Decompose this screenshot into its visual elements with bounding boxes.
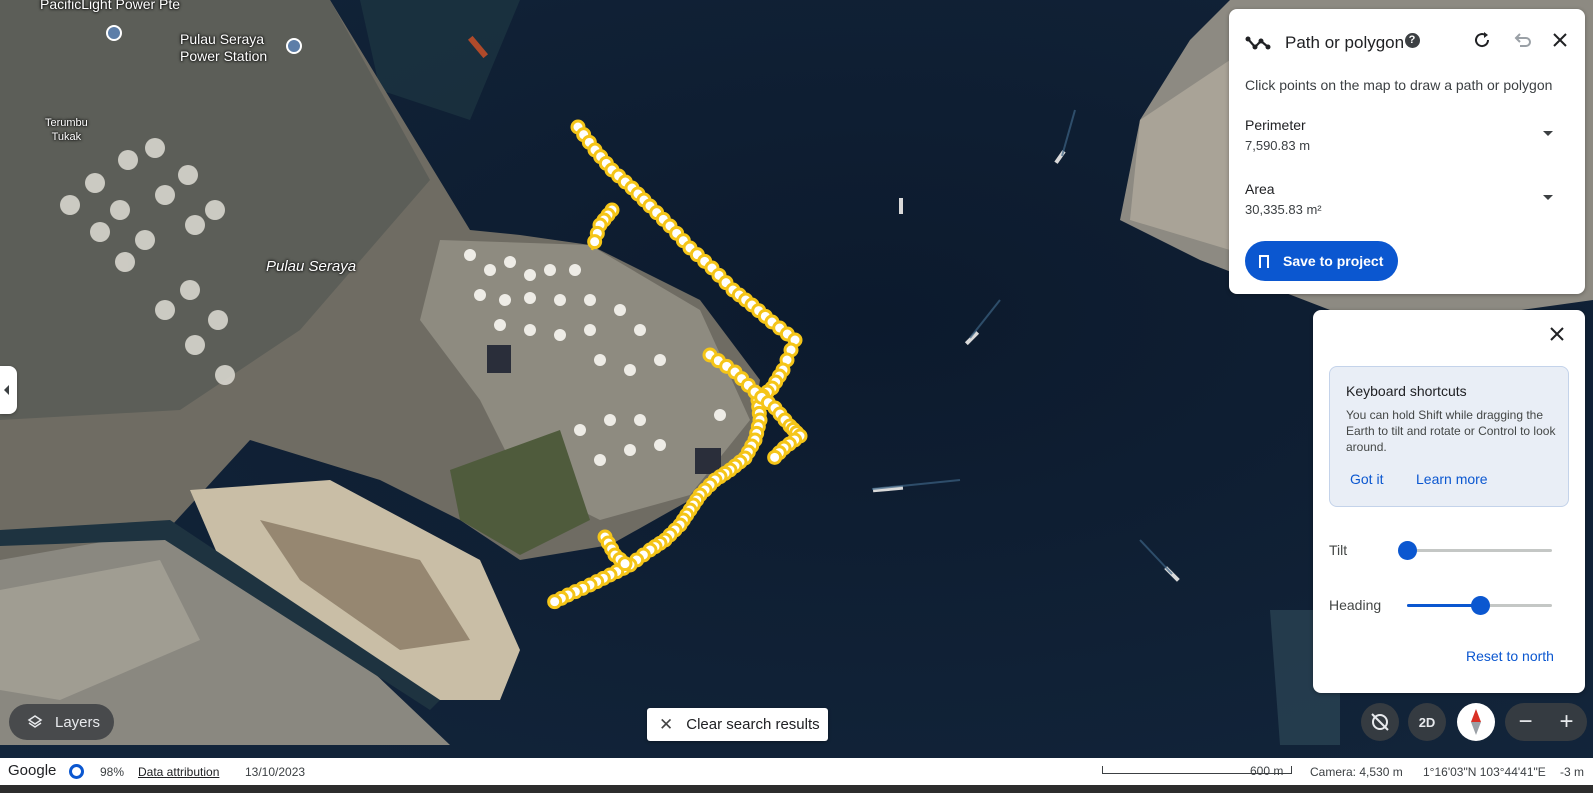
heading-fill bbox=[1407, 604, 1480, 607]
save-to-project-button[interactable]: Save to project bbox=[1245, 241, 1398, 281]
compass-icon bbox=[1471, 709, 1481, 735]
measure-instruction: Click points on the map to draw a path o… bbox=[1245, 77, 1553, 93]
area-row[interactable]: Area 30,335.83 m² bbox=[1245, 181, 1565, 217]
toggle-2d-label: 2D bbox=[1418, 714, 1436, 730]
scale-label: 600 m bbox=[1250, 764, 1284, 778]
zoom-in-button[interactable]: + bbox=[1546, 703, 1587, 741]
zoom-controls: − + bbox=[1505, 703, 1587, 741]
tip-text: You can hold Shift while dragging the Ea… bbox=[1346, 408, 1556, 454]
clear-search-results-label: Clear search results bbox=[686, 716, 820, 733]
zoom-out-button[interactable]: − bbox=[1505, 703, 1546, 741]
undo-button[interactable] bbox=[1510, 28, 1534, 52]
measure-panel-header: Path or polygon bbox=[1245, 33, 1404, 53]
camera-altitude: Camera: 4,530 m bbox=[1310, 765, 1403, 779]
save-to-project-label: Save to project bbox=[1283, 253, 1384, 269]
loading-progress: 98% bbox=[100, 765, 125, 779]
toggle-2d-button[interactable]: 2D bbox=[1408, 703, 1446, 741]
power-station-pin-icon-2[interactable] bbox=[286, 38, 302, 54]
reset-to-north-button[interactable]: Reset to north bbox=[1466, 648, 1554, 664]
close-icon bbox=[1550, 327, 1564, 341]
google-logo: Google bbox=[8, 762, 57, 779]
path-icon bbox=[1245, 36, 1271, 50]
tip-title: Keyboard shortcuts bbox=[1346, 383, 1467, 399]
status-bar: Google 98% Data attribution 13/10/2023 6… bbox=[0, 758, 1593, 785]
help-icon: ? bbox=[1404, 32, 1420, 48]
map-label-island: Pulau Seraya bbox=[266, 258, 357, 275]
chevron-down-icon bbox=[1543, 195, 1553, 200]
map-label-terumbu: Terumbu Tukak bbox=[45, 117, 88, 143]
heading-label: Heading bbox=[1329, 597, 1382, 613]
view-panel: Keyboard shortcuts You can hold Shift wh… bbox=[1313, 310, 1585, 693]
area-label: Area bbox=[1245, 181, 1275, 197]
layers-label: Layers bbox=[55, 713, 101, 731]
elevation: -3 m bbox=[1560, 765, 1584, 779]
refresh-button[interactable] bbox=[1470, 28, 1494, 52]
orbit-button[interactable] bbox=[1361, 703, 1399, 741]
tilt-label: Tilt bbox=[1329, 542, 1348, 558]
close-icon: ✕ bbox=[659, 714, 674, 734]
perimeter-value: 7,590.83 m bbox=[1245, 138, 1311, 153]
tilt-slider-handle[interactable] bbox=[1398, 541, 1417, 560]
perimeter-label: Perimeter bbox=[1245, 117, 1306, 133]
map-label-power-plant: PacificLight Power Pte bbox=[40, 0, 181, 12]
power-station-pin-icon[interactable] bbox=[106, 25, 122, 41]
close-icon bbox=[1553, 33, 1567, 47]
chevron-down-icon bbox=[1543, 131, 1553, 136]
heading-slider-handle[interactable] bbox=[1470, 596, 1490, 615]
refresh-icon bbox=[1475, 32, 1490, 48]
coordinates: 1°16'03"N 103°44'41"E bbox=[1423, 765, 1546, 779]
compass-button[interactable] bbox=[1457, 703, 1495, 741]
bookmark-icon bbox=[1259, 254, 1269, 272]
measure-panel-title: Path or polygon bbox=[1285, 33, 1405, 52]
layers-icon bbox=[27, 715, 43, 728]
close-view-panel-button[interactable] bbox=[1545, 322, 1569, 346]
loading-ring-icon bbox=[69, 764, 84, 779]
heading-slider[interactable] bbox=[1407, 596, 1552, 615]
learn-more-link[interactable]: Learn more bbox=[1416, 471, 1488, 487]
map-label-power-station[interactable]: Pulau Seraya Power Station bbox=[180, 31, 267, 65]
help-button[interactable]: ? bbox=[1400, 28, 1424, 52]
imagery-date: 13/10/2023 bbox=[245, 765, 306, 779]
undo-icon bbox=[1514, 33, 1531, 47]
data-attribution-link[interactable]: Data attribution bbox=[138, 765, 219, 779]
measure-panel: Path or polygon ? Click points on the ma… bbox=[1229, 9, 1585, 294]
close-measure-button[interactable] bbox=[1548, 28, 1572, 52]
window-bottom-edge bbox=[0, 785, 1593, 793]
layers-button[interactable]: Layers bbox=[9, 704, 114, 740]
got-it-button[interactable]: Got it bbox=[1350, 471, 1383, 487]
path-vertex-marker[interactable] bbox=[767, 449, 783, 465]
path-vertex-marker[interactable] bbox=[587, 234, 603, 250]
path-vertex-marker[interactable] bbox=[547, 594, 563, 610]
collapse-sidebar-button[interactable] bbox=[0, 366, 17, 414]
tilt-slider[interactable] bbox=[1398, 541, 1552, 560]
clear-search-results-button[interactable]: ✕ Clear search results bbox=[647, 708, 828, 741]
path-vertex-marker[interactable] bbox=[617, 556, 633, 572]
perimeter-row[interactable]: Perimeter 7,590.83 m bbox=[1245, 117, 1565, 153]
no-orbit-icon bbox=[1371, 713, 1389, 731]
area-value: 30,335.83 m² bbox=[1245, 202, 1322, 217]
keyboard-shortcuts-tip: Keyboard shortcuts You can hold Shift wh… bbox=[1329, 366, 1569, 507]
